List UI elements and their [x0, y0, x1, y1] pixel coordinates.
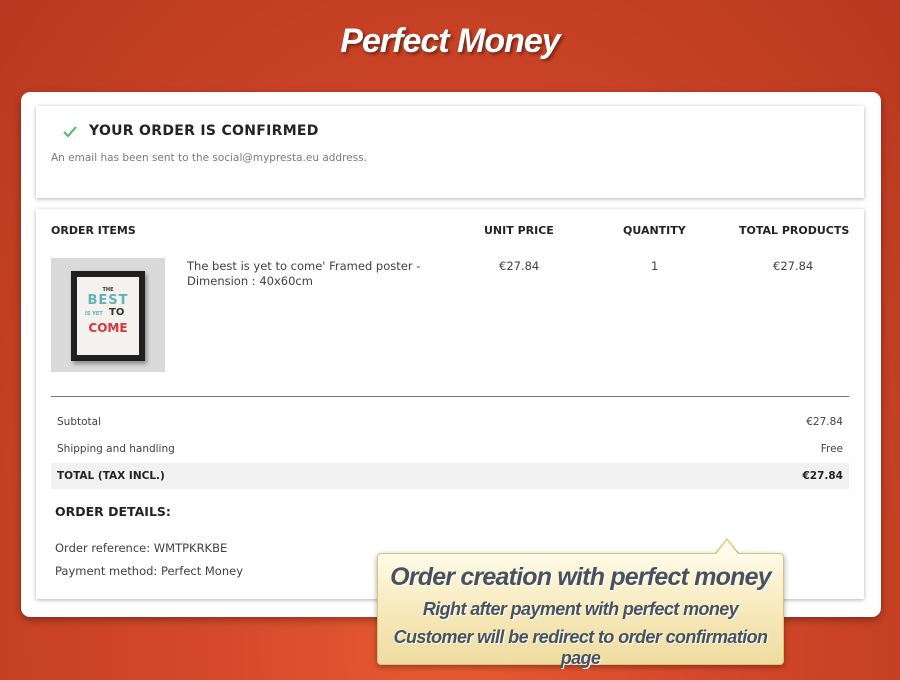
callout-line-2: Customer will be redirect to order confi… [393, 627, 768, 668]
poster-artwork: THE BEST IS YET TO COME [77, 277, 139, 355]
total-value: €27.84 [802, 470, 843, 482]
order-details-title: ORDER DETAILS: [55, 504, 171, 519]
subtotal-label: Subtotal [57, 416, 101, 428]
feature-callout: Order creation with perfect money Right … [377, 553, 784, 668]
product-quantity: 1 [651, 259, 659, 273]
product-total: €27.84 [773, 259, 814, 273]
shipping-label: Shipping and handling [57, 443, 175, 455]
product-name[interactable]: The best is yet to come' Framed poster -… [187, 259, 437, 289]
order-card: ORDER ITEMS UNIT PRICE QUANTITY TOTAL PR… [36, 209, 864, 599]
screenshot-frame: YOUR ORDER IS CONFIRMED An email has bee… [21, 92, 881, 617]
poster-frame: THE BEST IS YET TO COME [71, 271, 145, 361]
shipping-value: Free [820, 443, 843, 455]
poster-line-come: COME [88, 321, 128, 335]
confirmation-subtitle: An email has been sent to the social@myp… [51, 152, 367, 164]
summary-total-row: TOTAL (TAX INCL.) €27.84 [51, 463, 849, 489]
payment-method: Payment method: Perfect Money [55, 564, 244, 578]
callout-heading: Order creation with perfect money [390, 563, 771, 591]
product-thumbnail[interactable]: THE BEST IS YET TO COME [51, 258, 165, 372]
summary-shipping-row: Shipping and handling Free [51, 436, 849, 462]
items-divider [51, 396, 849, 397]
column-order-items: ORDER ITEMS [51, 224, 136, 237]
subtotal-value: €27.84 [806, 416, 843, 428]
total-label: TOTAL (TAX INCL.) [57, 470, 165, 482]
column-total-products: TOTAL PRODUCTS [739, 224, 850, 237]
callout-pointer [716, 540, 738, 554]
poster-line-is-yet: IS YET [85, 311, 103, 317]
confirmation-title: YOUR ORDER IS CONFIRMED [89, 123, 319, 139]
product-unit-price: €27.84 [499, 259, 540, 273]
column-quantity: QUANTITY [623, 224, 686, 237]
column-unit-price: UNIT PRICE [484, 224, 554, 237]
confirmation-card: YOUR ORDER IS CONFIRMED An email has bee… [36, 106, 864, 198]
banner-title: Perfect Money [340, 22, 560, 60]
poster-line-best: BEST [87, 293, 129, 308]
summary-subtotal-row: Subtotal €27.84 [51, 409, 849, 435]
callout-line-1: Right after payment with perfect money [422, 599, 739, 619]
check-icon [63, 126, 77, 138]
poster-line-to: TO [109, 307, 125, 318]
order-reference: Order reference: WMTPKRKBE [55, 541, 228, 555]
